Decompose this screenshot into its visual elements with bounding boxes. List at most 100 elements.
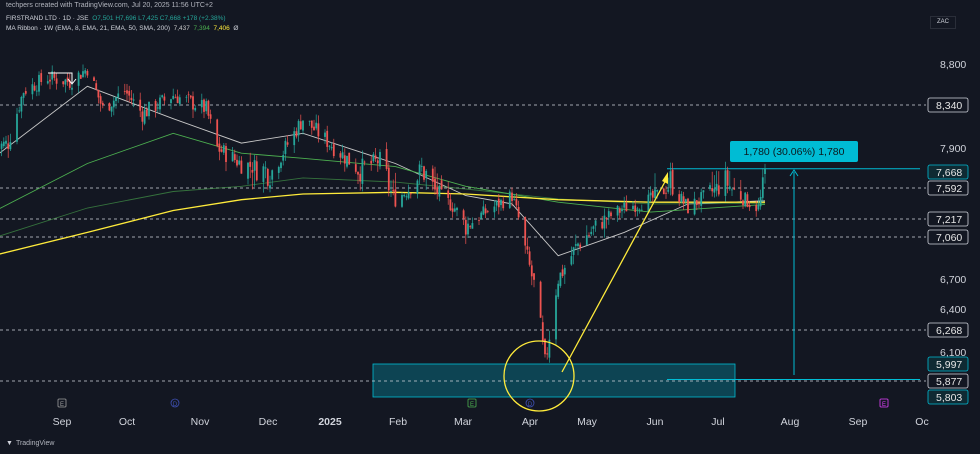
candle-body bbox=[203, 99, 205, 112]
candle-body bbox=[669, 171, 672, 189]
time-tick-label: Oct bbox=[119, 416, 135, 428]
candle-body bbox=[651, 190, 654, 198]
candle-body bbox=[194, 107, 197, 111]
candle-body bbox=[746, 194, 749, 207]
currency-badge[interactable]: ZAC bbox=[930, 16, 956, 29]
ma-value-1: 7,437 bbox=[173, 25, 190, 32]
candle-body bbox=[471, 223, 474, 229]
candle-body bbox=[247, 162, 249, 179]
candle-body bbox=[748, 205, 751, 208]
candle-body bbox=[739, 191, 742, 200]
candle-body bbox=[18, 110, 21, 112]
candle-body bbox=[317, 123, 320, 137]
event-marker-label: D bbox=[173, 402, 178, 408]
candle-body bbox=[282, 155, 285, 161]
ma-value-3: 7,406 bbox=[213, 25, 230, 32]
candle-body bbox=[623, 202, 626, 208]
candle-body bbox=[374, 155, 377, 159]
price-label: 6,268 bbox=[936, 325, 962, 337]
candle-body bbox=[495, 200, 498, 206]
candle-body bbox=[222, 145, 225, 153]
tv-logo-icon: ▼ bbox=[6, 440, 13, 447]
time-axis: Sep Oct Nov Dec 2025 Feb Mar Apr May Jun Jul Aug Sep… bbox=[53, 416, 929, 428]
candle-body bbox=[363, 161, 366, 163]
candle-body bbox=[20, 96, 23, 112]
candle-body bbox=[117, 93, 120, 98]
candle-body bbox=[302, 120, 304, 131]
candle-body bbox=[0, 143, 3, 149]
tradingview-logo: ▼ TradingView bbox=[6, 440, 54, 447]
price-tick-label: 8,800 bbox=[940, 59, 966, 71]
candle-body bbox=[451, 208, 454, 212]
time-tick-label: Dec bbox=[259, 416, 278, 428]
candle-body bbox=[401, 195, 403, 207]
candle-body bbox=[761, 177, 764, 198]
candle-body bbox=[700, 192, 703, 206]
candle-body bbox=[610, 212, 612, 217]
candle-body bbox=[755, 204, 758, 212]
candle-body bbox=[574, 244, 577, 246]
candle-body bbox=[759, 197, 762, 207]
candle-body bbox=[161, 95, 164, 98]
candle-body bbox=[449, 199, 452, 211]
ma-ribbon-legend[interactable]: MA Ribbon · 1W (EMA, 8, EMA, 21, EMA, 50… bbox=[6, 25, 238, 32]
price-chart[interactable]: 1,780 (30.06%) 1,780 8,800 7,900 6,700 6,40… bbox=[0, 0, 980, 454]
candle-body bbox=[189, 95, 192, 98]
time-tick-label: Aug bbox=[781, 416, 800, 428]
candle-body bbox=[436, 187, 439, 195]
candle-body bbox=[407, 191, 410, 199]
candle-body bbox=[577, 243, 579, 247]
candle-body bbox=[731, 189, 733, 191]
candle-body bbox=[130, 97, 133, 101]
candle-body bbox=[409, 193, 412, 195]
time-tick-label: Mar bbox=[454, 416, 473, 428]
candle-body bbox=[486, 211, 489, 213]
candle-body bbox=[77, 72, 80, 86]
candle-body bbox=[308, 120, 311, 122]
candle-body bbox=[341, 152, 344, 159]
price-tick-label: 6,400 bbox=[940, 304, 966, 316]
time-tick-label: Feb bbox=[389, 416, 407, 428]
symbol-legend[interactable]: FIRSTRAND LTD · 1D · JSE O7,501 H7,696 L… bbox=[6, 15, 226, 22]
candle-body bbox=[132, 99, 135, 101]
candle-body bbox=[33, 85, 36, 91]
candle-body bbox=[112, 100, 115, 108]
candle-body bbox=[464, 219, 467, 235]
candle-body bbox=[632, 205, 634, 210]
candle-body bbox=[141, 111, 144, 122]
measure-label: 1,780 (30.06%) 1,780 bbox=[744, 146, 845, 158]
candle-body bbox=[209, 114, 212, 119]
candle-body bbox=[434, 178, 436, 190]
candle-body bbox=[559, 272, 562, 286]
candle-body bbox=[53, 73, 56, 78]
candle-body bbox=[64, 79, 67, 85]
candle-body bbox=[678, 194, 681, 203]
candle-body bbox=[478, 219, 480, 221]
candle-body bbox=[315, 122, 318, 129]
candle-body bbox=[346, 155, 348, 167]
candle-body bbox=[621, 209, 623, 212]
candle-body bbox=[605, 217, 608, 219]
candle-body bbox=[680, 193, 683, 203]
candle-body bbox=[647, 194, 650, 213]
candle-body bbox=[724, 170, 727, 196]
candle-body bbox=[511, 192, 513, 201]
candle-body bbox=[220, 149, 223, 152]
price-label: 5,803 bbox=[936, 392, 962, 404]
candle-body bbox=[546, 353, 549, 355]
candle-body bbox=[293, 131, 296, 146]
candle-body bbox=[240, 160, 243, 174]
candle-body bbox=[86, 70, 89, 76]
candle-body bbox=[156, 107, 159, 109]
candle-body bbox=[326, 130, 329, 147]
event-markers: EDEDE bbox=[57, 398, 889, 408]
tradingview-brand: TradingView bbox=[15, 440, 55, 447]
candle-body bbox=[40, 73, 43, 82]
ma-line bbox=[0, 85, 766, 257]
candle-body bbox=[159, 97, 161, 110]
candle-body bbox=[561, 269, 564, 277]
candle-body bbox=[687, 198, 689, 214]
ohlc-values: O7,501 H7,696 L7,425 C7,668 +178 (+2.38%… bbox=[92, 15, 226, 22]
candle-body bbox=[280, 162, 282, 169]
ma-ribbon-layer bbox=[0, 85, 766, 257]
